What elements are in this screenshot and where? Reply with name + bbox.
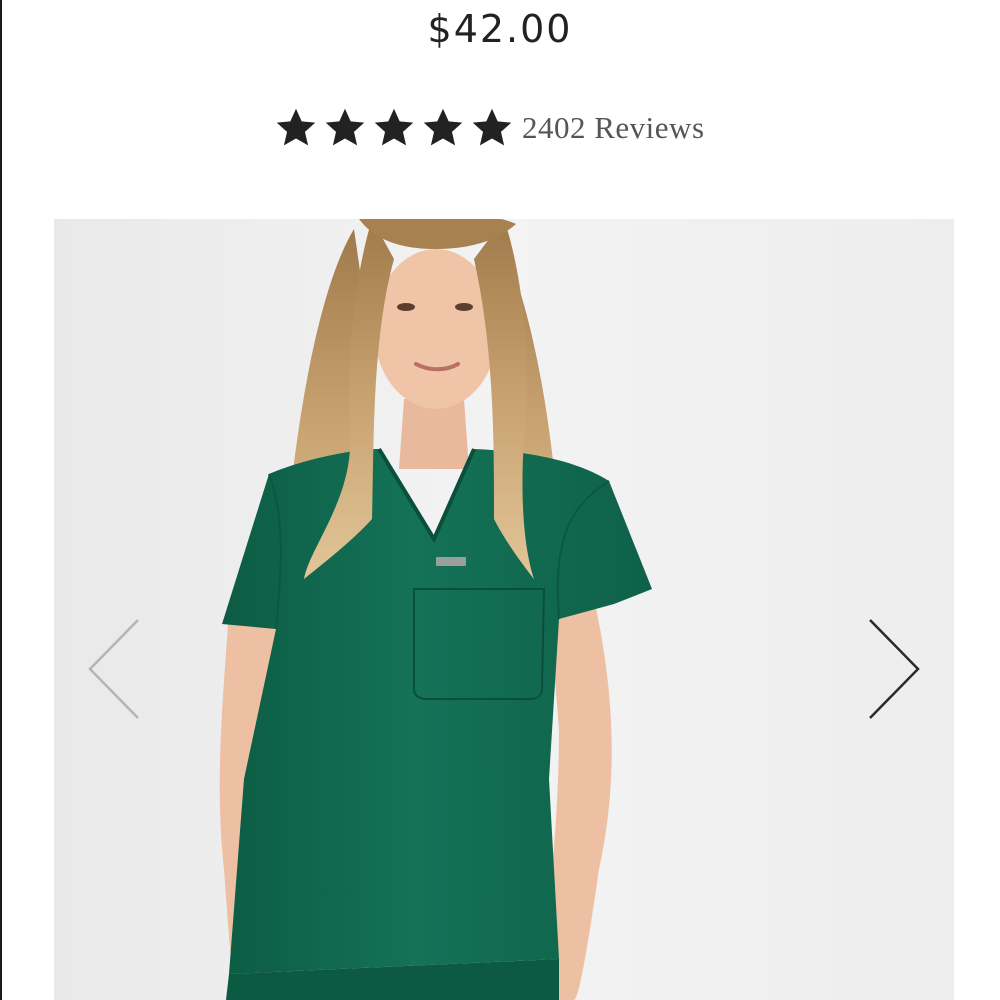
product-image-carousel[interactable] [54, 219, 954, 1000]
reviews-link[interactable]: 2402 Reviews [522, 110, 705, 146]
star-rating [274, 106, 519, 150]
rating-summary[interactable]: 2402 Reviews [274, 104, 705, 152]
product-photo [54, 219, 954, 1000]
star-icon [374, 108, 414, 146]
chevron-left-icon[interactable] [84, 614, 144, 724]
chevron-right-icon[interactable] [864, 614, 924, 724]
star-icon [472, 108, 512, 146]
star-icon [276, 108, 316, 146]
star-icon [423, 108, 463, 146]
star-icon [325, 108, 365, 146]
product-price: $42.00 [427, 7, 573, 51]
page-left-border [0, 0, 2, 1000]
